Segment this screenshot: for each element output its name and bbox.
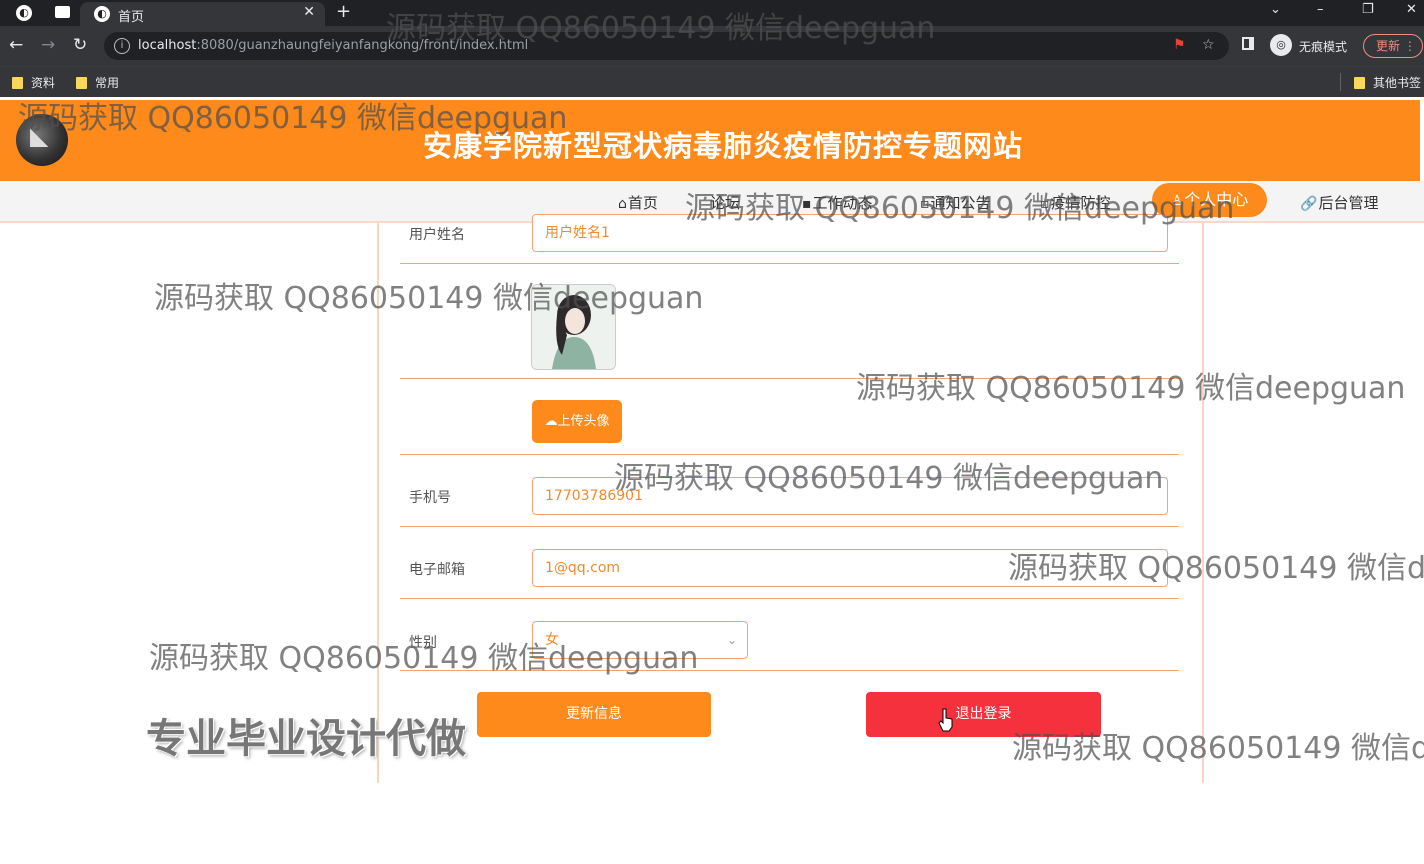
divider (400, 454, 1179, 455)
phone-input[interactable]: 17703786901 (532, 477, 1168, 515)
promo-watermark: 专业毕业设计代做 (146, 716, 466, 762)
name-input[interactable]: 用户姓名1 (532, 214, 1168, 252)
minimize-icon[interactable]: – (1317, 2, 1324, 17)
incognito-label: 无痕模式 (1299, 40, 1348, 54)
divider (400, 598, 1179, 599)
gender-label: 性别 (409, 635, 437, 651)
bookmark-folder[interactable]: 资料 (12, 74, 55, 91)
bookmark-separator (1340, 73, 1341, 91)
shield-icon: ▫ (1040, 196, 1050, 212)
folder-icon (12, 77, 23, 89)
cloud-upload-icon: ☁ (544, 414, 558, 429)
email-input[interactable]: 1@qq.com (532, 549, 1168, 587)
folder-icon (76, 77, 87, 89)
gender-value: 女 (545, 632, 559, 648)
notice-icon: ▫ (920, 196, 930, 212)
user-icon: ♙ (1170, 193, 1184, 209)
link-icon: 🔗 (1300, 196, 1318, 212)
blocked-popup-icon[interactable]: ⚑ (1173, 37, 1186, 53)
browser-menu-icon[interactable]: ◐ (16, 5, 32, 21)
work-icon: ▪ (802, 196, 812, 212)
update-info-button[interactable]: 更新信息 (477, 692, 711, 737)
nav-home[interactable]: ⌂首页 (618, 192, 658, 213)
divider (400, 526, 1179, 527)
site-header: ◣ 安康学院新型冠状病毒肺炎疫情防控专题网站 (0, 100, 1420, 181)
nav-work[interactable]: ▪工作动态 (802, 192, 873, 213)
back-icon[interactable]: ← (9, 35, 23, 55)
address-bar[interactable]: i localhost:8080/guanzhaungfeiyanfangkon… (104, 32, 1229, 60)
bookmark-folder[interactable]: 常用 (76, 74, 119, 91)
update-button[interactable]: 更新 ⋮ (1363, 34, 1423, 58)
hand-cursor-icon (938, 708, 953, 732)
nav-personal-center[interactable]: ♙个人中心 (1152, 183, 1267, 217)
close-icon[interactable]: ✕ (303, 4, 315, 20)
site-title: 安康学院新型冠状病毒肺炎疫情防控专题网站 (422, 129, 1023, 163)
star-icon[interactable]: ☆ (1202, 37, 1215, 53)
divider (400, 263, 1179, 264)
other-bookmarks[interactable]: 其他书签 (1354, 74, 1421, 91)
tab-list-icon[interactable]: ⌄ (1270, 2, 1281, 17)
upload-avatar-button[interactable]: ☁上传头像 (532, 400, 622, 443)
logout-button[interactable]: 退出登录 (866, 692, 1101, 737)
url-text: localhost:8080/guanzhaungfeiyanfangkong/… (138, 38, 529, 53)
incognito-icon: ◎ (1270, 34, 1292, 56)
side-panel-icon[interactable] (1242, 37, 1254, 50)
reload-icon[interactable]: ↻ (73, 35, 87, 55)
folder-icon (1354, 77, 1365, 89)
tab-search-icon[interactable] (55, 6, 70, 18)
site-info-icon[interactable]: i (114, 38, 130, 54)
nav-forum[interactable]: 论坛 (710, 192, 740, 213)
email-label: 电子邮箱 (409, 562, 465, 578)
nav-notice[interactable]: ▫通知公告 (920, 192, 991, 213)
bookmarks-bar: 资料 常用 其他书签 (0, 66, 1424, 97)
home-icon: ⌂ (618, 196, 627, 212)
forward-icon[interactable]: → (41, 35, 55, 55)
avatar-image (531, 284, 616, 370)
new-tab-icon[interactable]: + (336, 1, 351, 22)
restore-icon[interactable]: ❐ (1362, 2, 1374, 17)
browser-tab[interactable]: ◐ 首页 ✕ (80, 2, 325, 26)
chevron-down-icon: ⌄ (726, 633, 737, 647)
name-label: 用户姓名 (409, 227, 465, 243)
nav-epidemic[interactable]: ▫疫情防控 (1040, 192, 1111, 213)
divider (400, 670, 1179, 671)
nav-admin[interactable]: 🔗后台管理 (1300, 192, 1378, 213)
browser-toolbar: ← → ↻ i localhost:8080/guanzhaungfeiyanf… (0, 26, 1424, 66)
tab-title: 首页 (118, 10, 145, 25)
divider (400, 378, 1179, 379)
window-close-icon[interactable]: ✕ (1406, 2, 1417, 17)
gender-select[interactable]: 女 ⌄ (532, 621, 748, 659)
browser-tab-bar: ◐ ◐ 首页 ✕ + ⌄ – ❐ ✕ (0, 0, 1424, 26)
phone-label: 手机号 (409, 490, 451, 506)
globe-icon: ◐ (94, 6, 110, 22)
